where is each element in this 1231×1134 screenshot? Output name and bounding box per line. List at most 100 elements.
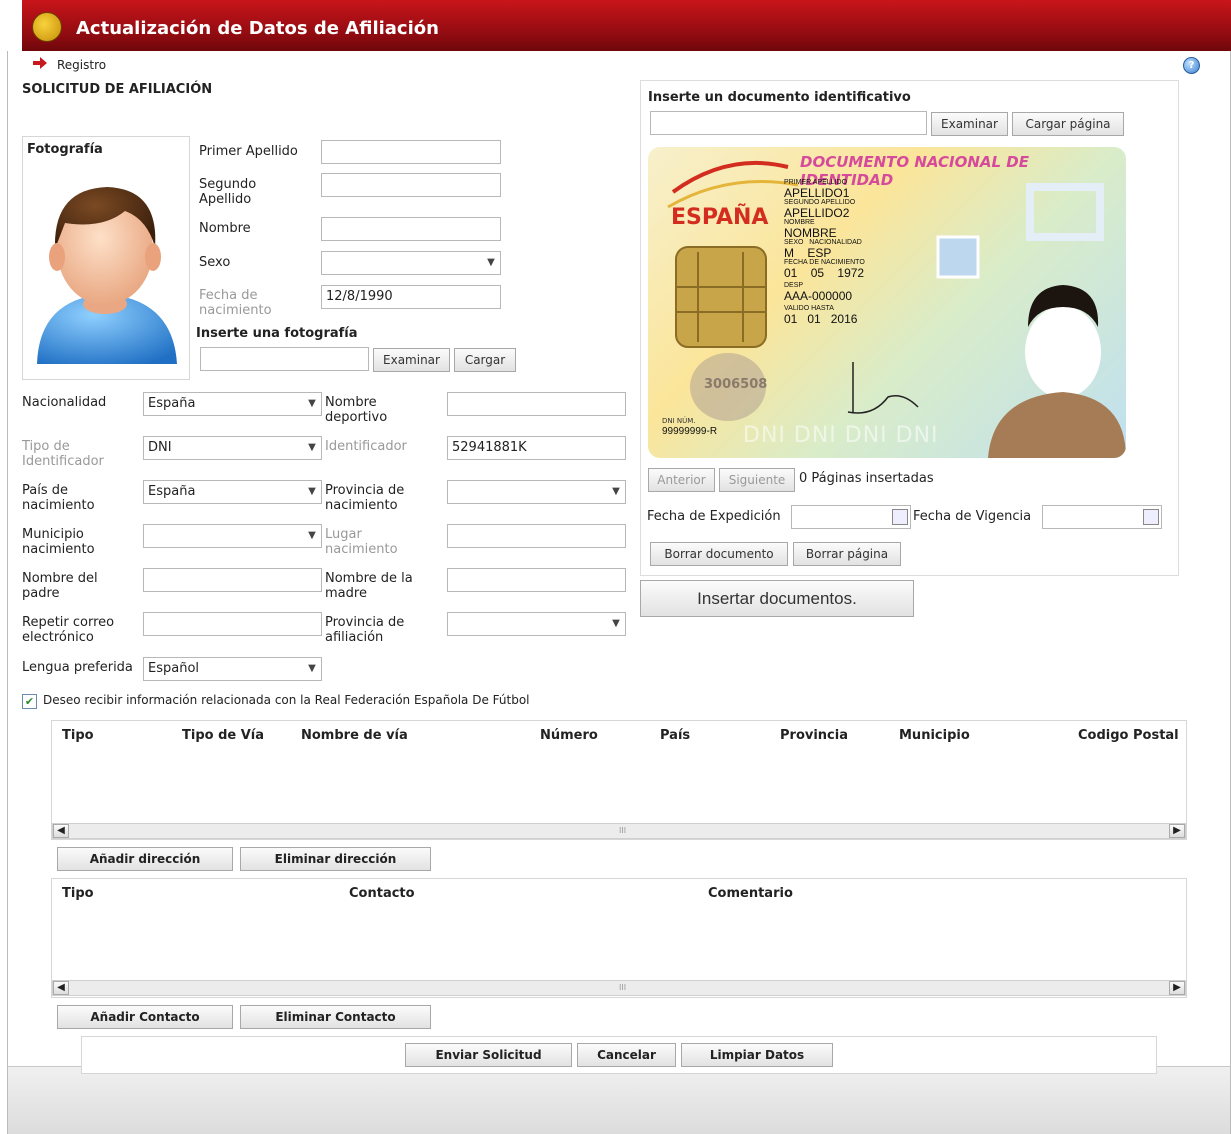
scroll-right-icon[interactable]: ▶ [1169, 824, 1185, 838]
rfef-logo-icon [32, 12, 62, 42]
nombre-deportivo-label: Nombre deportivo [325, 395, 388, 425]
anterior-button[interactable]: Anterior [648, 468, 715, 492]
address-col-tipo-via[interactable]: Tipo de Vía [182, 728, 264, 743]
address-col-municipio[interactable]: Municipio [899, 728, 970, 743]
primer-apellido-input[interactable] [321, 140, 501, 164]
provincia-afiliacion-label: Provincia de afiliación [325, 615, 405, 645]
cargar-pagina-button[interactable]: Cargar página [1012, 112, 1124, 136]
siguiente-button[interactable]: Siguiente [719, 468, 795, 492]
enviar-solicitud-button[interactable]: Enviar Solicitud [405, 1043, 572, 1067]
dni-sexo-caption: SEXO [784, 239, 804, 246]
nombre-padre-label: Nombre del padre [22, 571, 98, 601]
borrar-documento-button[interactable]: Borrar documento [650, 542, 788, 566]
dni-num-caption: DNI NÚM. [662, 417, 696, 425]
scroll-grip-icon[interactable]: III [619, 983, 626, 992]
municipio-nacimiento-select[interactable]: ▼ [143, 524, 322, 548]
identificador-input[interactable]: 52941881K [447, 436, 626, 460]
dni-nombre: NOMBRE [784, 226, 837, 240]
dni-card-image: DOCUMENTO NACIONAL DE IDENTIDAD ESPAÑA P… [648, 147, 1126, 458]
lugar-nacimiento-input[interactable] [447, 524, 626, 548]
lengua-select[interactable]: Español ▼ [143, 657, 322, 681]
red-arrow-right-icon [33, 57, 47, 69]
sexo-select[interactable]: ▼ [321, 251, 501, 275]
address-scrollbar[interactable]: ◀ III ▶ [52, 823, 1186, 839]
dni-segundo-apellido: APELLIDO2 [784, 206, 850, 220]
contact-col-contacto[interactable]: Contacto [349, 886, 415, 901]
dni-valido-mes: 01 [807, 312, 821, 326]
nacionalidad-label: Nacionalidad [22, 395, 107, 410]
remove-contact-button[interactable]: Eliminar Contacto [240, 1005, 431, 1029]
address-col-provincia[interactable]: Provincia [780, 728, 848, 743]
contact-scrollbar[interactable]: ◀ III ▶ [52, 980, 1186, 996]
nombre-padre-input[interactable] [143, 568, 322, 592]
tipo-identificador-select[interactable]: DNI ▼ [143, 436, 322, 460]
nombre-deportivo-input[interactable] [447, 392, 626, 416]
dni-sexo: M [784, 246, 794, 260]
photo-box: Fotografía [22, 136, 190, 380]
segundo-apellido-input[interactable] [321, 173, 501, 197]
nombre-input[interactable] [321, 217, 501, 241]
contact-col-comentario[interactable]: Comentario [708, 886, 793, 901]
lugar-nacimiento-label: Lugar nacimiento [325, 527, 398, 557]
remove-address-button[interactable]: Eliminar dirección [240, 847, 431, 871]
document-file-input[interactable] [650, 111, 927, 135]
dni-nacionalidad-caption: NACIONALIDAD [809, 239, 862, 246]
address-col-tipo[interactable]: Tipo [62, 728, 94, 743]
photo-cargar-button[interactable]: Cargar [454, 348, 516, 372]
scroll-right-icon[interactable]: ▶ [1169, 981, 1185, 995]
address-col-numero[interactable]: Número [540, 728, 598, 743]
dni-card-country: ESPAÑA [671, 205, 769, 230]
chevron-down-icon: ▼ [304, 394, 320, 414]
lengua-value: Español [148, 661, 200, 676]
form-title: SOLICITUD DE AFILIACIÓN [22, 82, 213, 97]
address-col-nombre-via[interactable]: Nombre de vía [301, 728, 408, 743]
segundo-apellido-label: Segundo Apellido [199, 177, 257, 207]
dni-number-watermark: 3006508 [704, 377, 768, 392]
nombre-madre-input[interactable] [447, 568, 626, 592]
photo-file-input[interactable] [200, 347, 369, 371]
breadcrumb[interactable]: Registro [57, 58, 106, 73]
chevron-down-icon: ▼ [608, 614, 624, 634]
add-address-button[interactable]: Añadir dirección [57, 847, 233, 871]
repetir-correo-input[interactable] [143, 612, 322, 636]
help-icon[interactable]: ? [1183, 57, 1200, 74]
document-panel: Inserte un documento identificativo Exam… [640, 80, 1179, 576]
dni-primer-apellido: APELLIDO1 [784, 186, 850, 200]
primer-apellido-label: Primer Apellido [199, 144, 298, 159]
insertar-documentos-button[interactable]: Insertar documentos. [640, 580, 914, 617]
cancelar-button[interactable]: Cancelar [577, 1043, 676, 1067]
tipo-identificador-label: Tipo de Identificador [22, 439, 104, 469]
limpiar-datos-button[interactable]: Limpiar Datos [681, 1043, 833, 1067]
calendar-icon[interactable] [892, 509, 908, 525]
dni-card-fields: PRIMER APELLIDO APELLIDO1 SEGUNDO APELLI… [784, 179, 865, 325]
scroll-left-icon[interactable]: ◀ [53, 981, 69, 995]
scroll-grip-icon[interactable]: III [619, 826, 626, 835]
dni-fecha-anio: 1972 [837, 266, 865, 280]
provincia-afiliacion-select[interactable]: ▼ [447, 612, 626, 636]
scroll-left-icon[interactable]: ◀ [53, 824, 69, 838]
dni-num: 99999999-R [662, 426, 718, 437]
fecha-nacimiento-input[interactable]: 12/8/1990 [321, 285, 501, 309]
pages-count: 0 Páginas insertadas [799, 471, 934, 486]
pais-nacimiento-select[interactable]: España ▼ [143, 480, 322, 504]
nacionalidad-select[interactable]: España ▼ [143, 392, 322, 416]
chevron-down-icon: ▼ [304, 482, 320, 502]
chevron-down-icon: ▼ [608, 482, 624, 502]
contact-col-tipo[interactable]: Tipo [62, 886, 94, 901]
chevron-down-icon: ▼ [304, 659, 320, 679]
fecha-expedicion-input[interactable] [791, 505, 911, 529]
provincia-nacimiento-select[interactable]: ▼ [447, 480, 626, 504]
chevron-down-icon: ▼ [304, 438, 320, 458]
newsletter-checkbox[interactable]: ✔ [22, 694, 37, 709]
address-col-pais[interactable]: País [660, 728, 690, 743]
calendar-icon[interactable] [1143, 509, 1159, 525]
footer-bar [7, 1066, 1231, 1134]
fecha-vigencia-label: Fecha de Vigencia [913, 509, 1032, 524]
add-contact-button[interactable]: Añadir Contacto [57, 1005, 233, 1029]
document-examinar-button[interactable]: Examinar [931, 112, 1008, 136]
address-col-codigo-postal[interactable]: Codigo Postal [1078, 728, 1179, 743]
photo-examinar-button[interactable]: Examinar [373, 348, 450, 372]
fecha-vigencia-input[interactable] [1042, 505, 1162, 529]
dni-valido-anio: 2016 [830, 312, 858, 326]
borrar-pagina-button[interactable]: Borrar página [793, 542, 901, 566]
